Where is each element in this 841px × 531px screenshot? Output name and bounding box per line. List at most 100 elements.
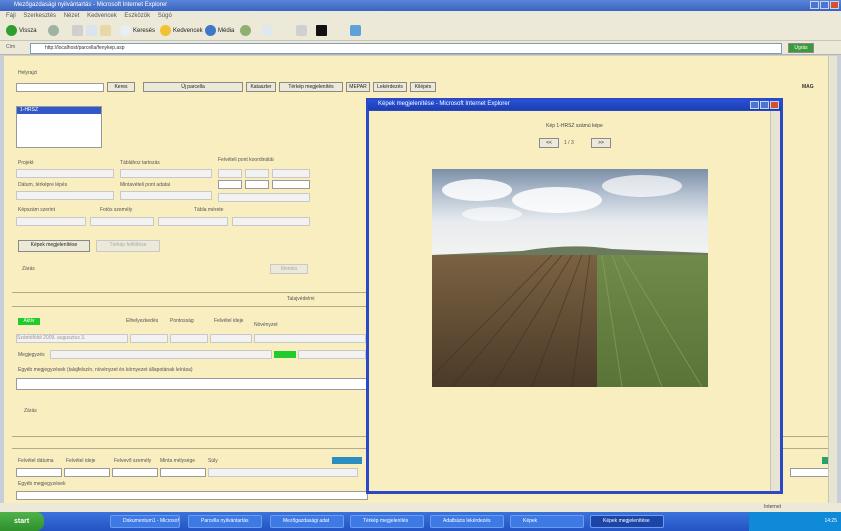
taskbar-item[interactable]: Adatbázis lekérdezés [430,515,504,528]
home-button[interactable] [100,24,111,37]
bottom-input[interactable] [208,468,358,477]
back-arrow-icon [6,25,17,36]
go-button[interactable]: Ugrás [788,43,814,53]
tab-mepar[interactable]: MEPAR [346,82,370,92]
zaras-label[interactable]: Zárás [22,266,35,272]
bottom-input[interactable] [112,468,158,477]
field-photo [432,169,708,387]
zaras2-label[interactable]: Zárás [24,408,37,414]
bottom-input[interactable] [64,468,110,477]
minimize-button[interactable] [810,1,819,9]
mennyiseg-input[interactable] [120,191,212,200]
row-cell[interactable] [170,334,208,343]
bottom-note-label: Egyéb megjegyzések [18,481,66,487]
bottom-input[interactable] [16,468,62,477]
close-button[interactable] [830,1,839,9]
field-label-helyrajzi: Helyrajzi [18,70,38,76]
koord2-x-input[interactable] [218,180,242,189]
col-label: Növényzet [254,322,278,328]
dialog-scrollbar[interactable] [770,111,780,491]
edit-button[interactable] [316,24,327,37]
favorites-button[interactable]: Kedvencek [160,24,203,37]
bottom-note-input[interactable] [16,491,368,500]
koord-y-input[interactable] [245,169,269,178]
menu-view[interactable]: Nézet [64,13,80,19]
row-cell[interactable] [130,334,168,343]
comment-textarea[interactable] [16,378,368,390]
label-kepszam: Képszám szerint [18,207,55,213]
tab-uj-parcella[interactable]: Új parcella [143,82,243,92]
taskbar-item[interactable]: Parcella nyilvántartás [188,515,262,528]
dialog-maximize-button[interactable] [760,101,769,109]
menu-file[interactable]: Fájl [6,13,16,19]
taskbar-item[interactable]: Mezőgazdasági adat [270,515,344,528]
media-button[interactable]: Média [205,24,234,37]
refresh-button[interactable] [86,24,97,37]
feltoltes-button[interactable]: Térkép feltöltése [96,240,160,252]
helyrajzi-input[interactable] [16,83,104,92]
koord3-input[interactable] [218,193,310,202]
koord2-z-input[interactable] [272,180,310,189]
mentes-button[interactable]: Mentés [270,264,308,274]
megjegyzes2-input[interactable] [298,350,366,359]
search-button[interactable]: Keresés [120,24,155,37]
menu-help[interactable]: Súgó [158,13,172,19]
back-button[interactable]: Vissza [6,24,37,37]
mail-button[interactable] [262,24,273,37]
tab-kilepes[interactable]: Kilépés [410,82,436,92]
taskbar-item-active[interactable]: Képek megjelenítése [590,515,664,528]
stop-button[interactable] [72,24,83,37]
megjegyzes-input[interactable] [50,350,272,359]
forward-arrow-icon [48,25,59,36]
fotos-input[interactable] [90,217,154,226]
photo-cloud [512,187,602,213]
next-photo-button[interactable]: >> [591,138,611,148]
koord-z-input[interactable] [272,169,310,178]
prev-photo-button[interactable]: << [539,138,559,148]
label-koord: Felvételi pont koordinátái [218,157,274,163]
forward-button[interactable] [48,24,59,37]
maximize-button[interactable] [820,1,829,9]
tabla-input[interactable] [120,169,212,178]
start-button[interactable]: start [0,512,44,531]
address-bar: Cím http://localhost/parcella/fenykep.as… [0,41,841,55]
tab-terkep[interactable]: Térkép megjelenítés [279,82,343,92]
vertical-scrollbar[interactable] [828,56,837,512]
taskbar-item[interactable]: Térkép megjelenítés [350,515,424,528]
row-cell[interactable] [210,334,252,343]
print-icon [296,25,307,36]
dialog-minimize-button[interactable] [750,101,759,109]
photo-cloud [602,175,682,197]
extra-input[interactable] [232,217,310,226]
address-label: Cím [6,44,16,50]
koord2-y-input[interactable] [245,180,269,189]
tab-lekerdezes[interactable]: Lekérdezés [373,82,407,92]
taskbar-item[interactable]: Dokumentum1 - Microsoft [110,515,180,528]
menu-favorites[interactable]: Kedvencek [87,13,117,19]
history-button[interactable] [240,24,251,37]
tabla-meret-input[interactable] [158,217,228,226]
address-input[interactable]: http://localhost/parcella/fenykep.asp [30,43,782,54]
bottom-right-input[interactable] [790,468,832,477]
label-comment: Egyéb megjegyzések (talajfelszín, növény… [18,367,193,373]
bottom-label: Minta mélysége [160,458,196,464]
search-button[interactable]: Keres [107,82,135,92]
bottom-input[interactable] [160,468,206,477]
koord-x-input[interactable] [218,169,242,178]
taskbar-item[interactable]: Képek [510,515,584,528]
kepek-button[interactable]: Képek megjelenítése [18,240,90,252]
menu-tools[interactable]: Eszközök [124,13,150,19]
projekt-input[interactable] [16,169,114,178]
datum-input[interactable] [16,191,114,200]
row-select[interactable]: Szántóföldi 2009. augusztus 3. [16,334,128,343]
messenger-button[interactable] [350,24,361,37]
tab-kataszter[interactable]: Kataszter [246,82,276,92]
parcel-list[interactable]: 1-HRSZ [16,106,102,148]
print-button[interactable] [296,24,307,37]
list-item[interactable]: 1-HRSZ [17,107,101,114]
row-cell[interactable] [254,334,366,343]
menu-edit[interactable]: Szerkesztés [23,13,56,19]
divider [12,306,367,307]
kepszam-input[interactable] [16,217,86,226]
dialog-close-button[interactable] [770,101,779,109]
